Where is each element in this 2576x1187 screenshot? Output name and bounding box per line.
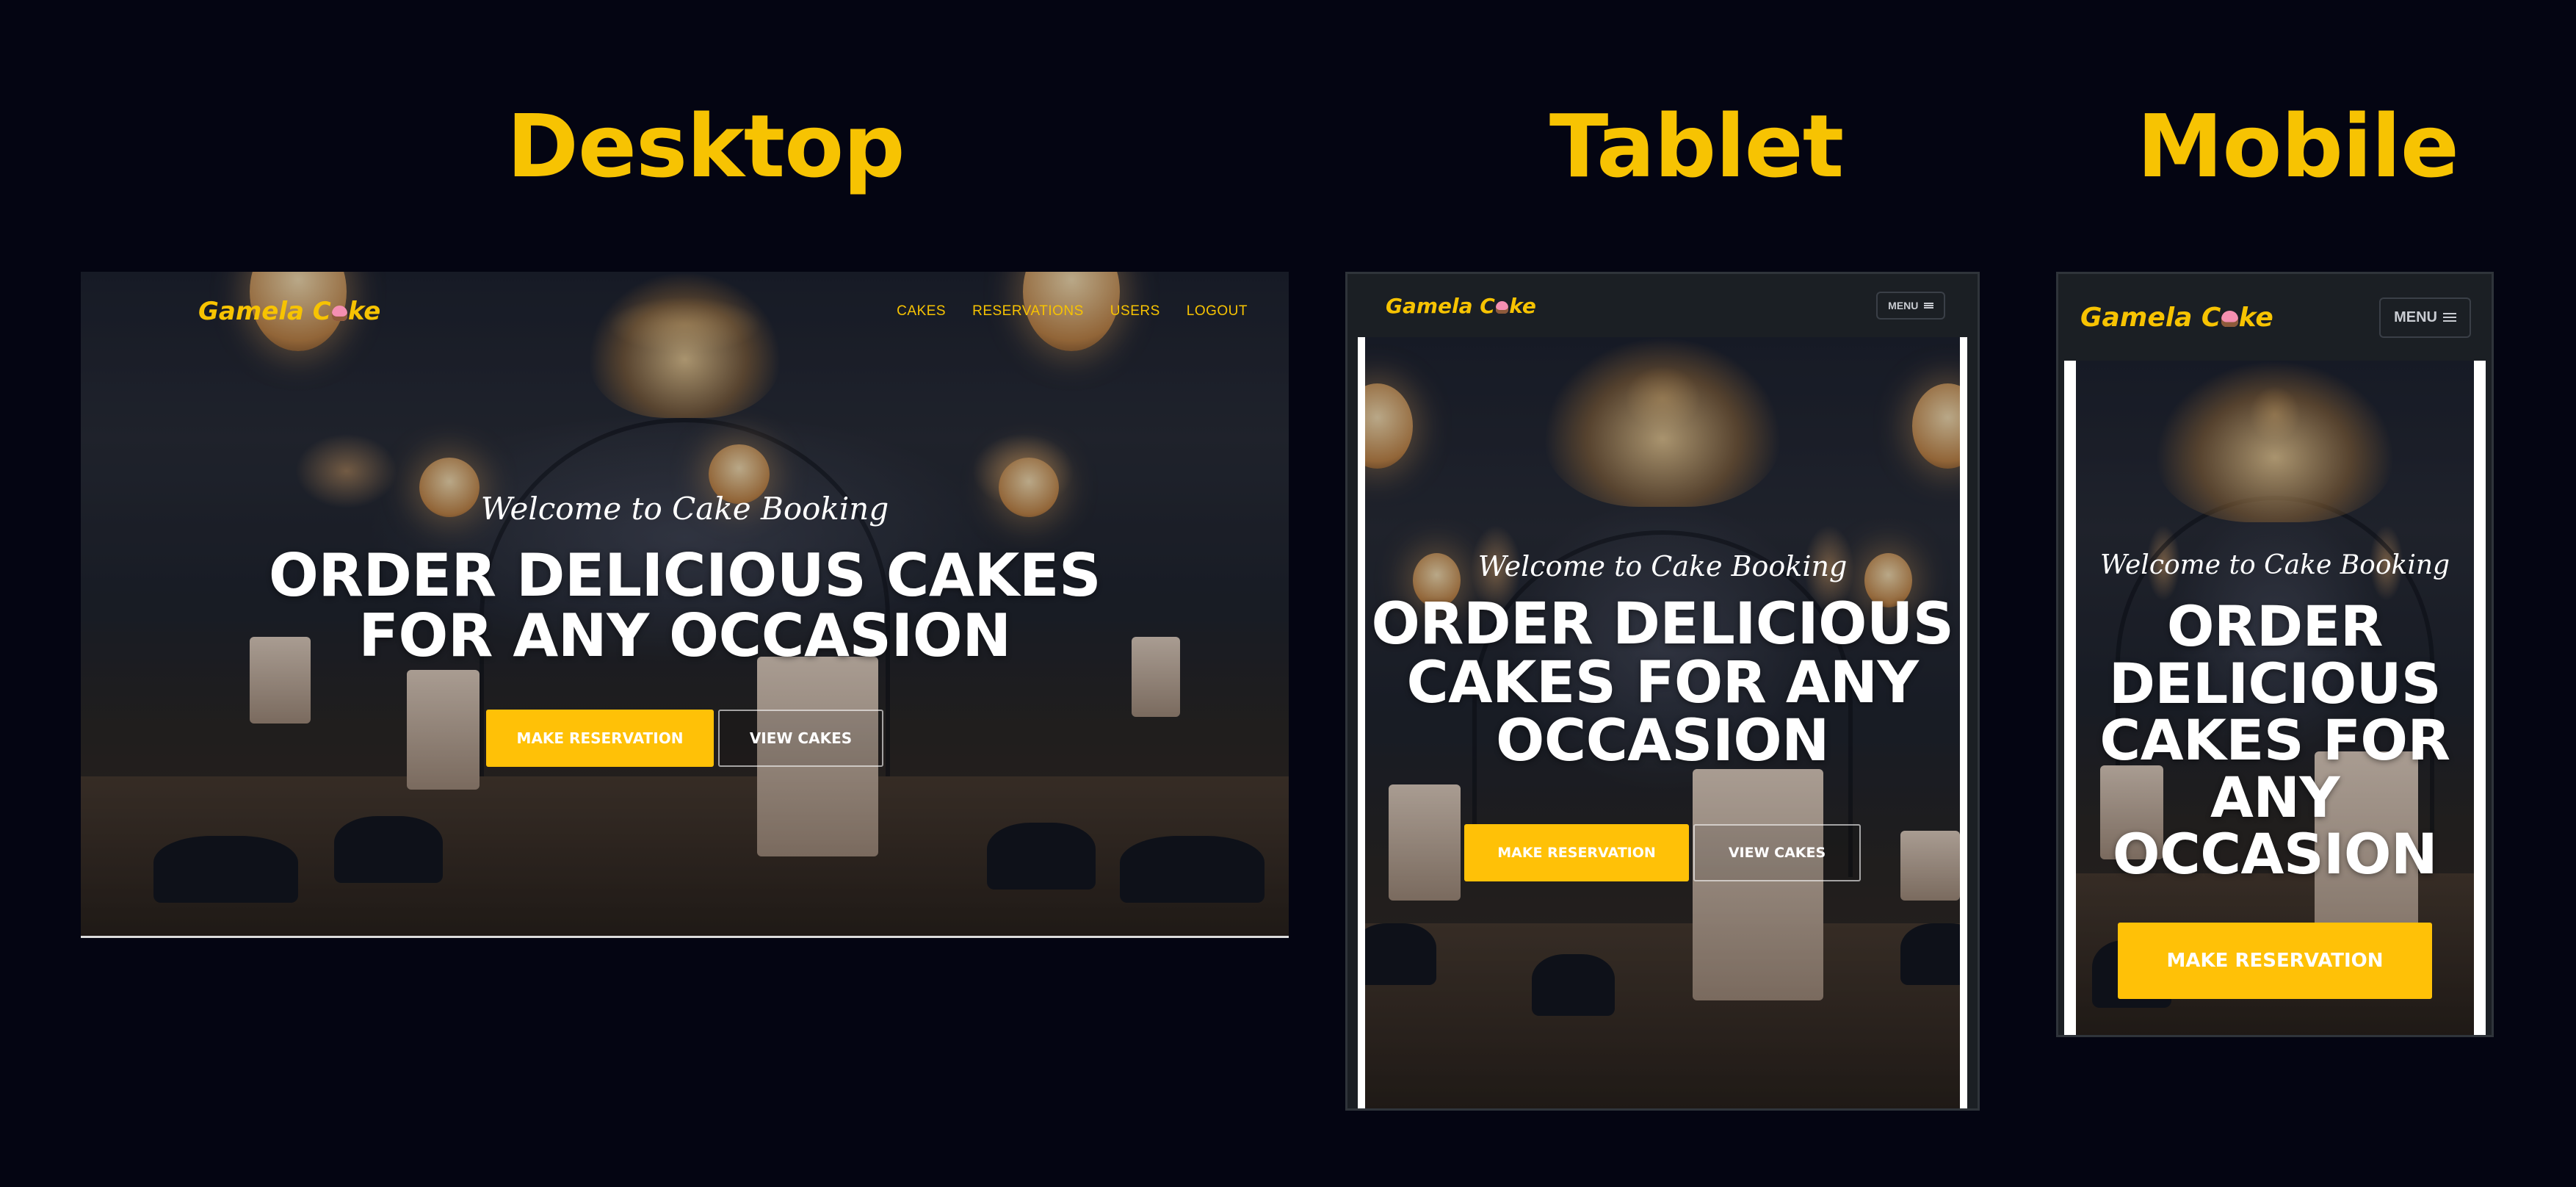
mobile-hero-frame: Welcome to Cake Booking ORDER DELICIOUS … xyxy=(2064,361,2486,1035)
mobile-navbar: Gamela C ke MENU xyxy=(2058,274,2492,361)
brand-logo[interactable]: Gamela C ke xyxy=(198,297,380,326)
cupcake-icon xyxy=(2221,310,2238,328)
cupcake-icon xyxy=(1495,300,1509,314)
mobile-label: Mobile xyxy=(2137,95,2459,197)
desktop-navbar: Gamela C ke CAKES RESERVATIONS USERS LOGO… xyxy=(198,292,1248,331)
cupcake-icon xyxy=(331,305,347,321)
nav-links: CAKES RESERVATIONS USERS LOGOUT xyxy=(897,303,1248,320)
hamburger-icon xyxy=(1924,302,1933,309)
brand-logo-text-end: ke xyxy=(1509,293,1536,318)
tablet-hero-frame: Welcome to Cake Booking ORDER DELICIOUS … xyxy=(1358,337,1967,1108)
menu-toggle-button[interactable]: MENU xyxy=(2379,297,2471,338)
nav-link-cakes[interactable]: CAKES xyxy=(897,303,946,320)
desktop-preview: Gamela C ke CAKES RESERVATIONS USERS LOGO… xyxy=(81,272,1289,938)
menu-label: MENU xyxy=(1888,300,1919,311)
tablet-label: Tablet xyxy=(1549,95,1844,197)
tablet-navbar: Gamela C ke MENU xyxy=(1347,274,1978,337)
hero-section: Welcome to Cake Booking ORDER DELICIOUS … xyxy=(2076,550,2474,999)
hero-section: Welcome to Cake Booking ORDER DELICIOUS … xyxy=(81,491,1289,768)
nav-link-logout[interactable]: LOGOUT xyxy=(1187,303,1248,320)
nav-link-users[interactable]: USERS xyxy=(1110,303,1160,320)
brand-logo-text: Gamela C xyxy=(198,297,331,326)
hero-section: Welcome to Cake Booking ORDER DELICIOUS … xyxy=(1365,550,1960,881)
view-cakes-button[interactable]: VIEW CAKES xyxy=(1693,823,1861,881)
make-reservation-button[interactable]: MAKE RESERVATION xyxy=(1464,823,1689,881)
brand-logo[interactable]: Gamela C ke xyxy=(1386,294,1536,318)
menu-toggle-button[interactable]: MENU xyxy=(1876,292,1945,320)
mobile-preview: Gamela C ke MENU Welcome to Cake Booking … xyxy=(2056,272,2494,1037)
desktop-label: Desktop xyxy=(507,95,905,197)
make-reservation-button[interactable]: MAKE RESERVATION xyxy=(2118,922,2432,999)
make-reservation-button[interactable]: MAKE RESERVATION xyxy=(486,710,714,768)
menu-label: MENU xyxy=(2394,309,2437,325)
hero-welcome: Welcome to Cake Booking xyxy=(1477,550,1848,582)
hero-headline: ORDER DELICIOUS CAKES FOR ANY OCCASION xyxy=(1371,591,1954,775)
brand-logo-text: Gamela C xyxy=(1386,293,1495,318)
hero-headline: ORDER DELICIOUS CAKES FOR ANY OCCASION xyxy=(2099,594,2450,887)
hero-headline: ORDER DELICIOUS CAKES FOR ANY OCCASION xyxy=(268,541,1101,670)
hero-welcome: Welcome to Cake Booking xyxy=(480,491,889,527)
brand-logo-text-end: ke xyxy=(347,297,381,326)
nav-link-reservations[interactable]: RESERVATIONS xyxy=(972,303,1084,320)
hamburger-icon xyxy=(2443,312,2456,322)
hero-welcome: Welcome to Cake Booking xyxy=(2099,550,2450,580)
tablet-preview: Gamela C ke MENU Welcome to Cake Booking … xyxy=(1345,272,1980,1111)
brand-logo[interactable]: Gamela C ke xyxy=(2080,303,2273,333)
brand-logo-text: Gamela C xyxy=(2080,302,2221,333)
brand-logo-text-end: ke xyxy=(2238,302,2273,333)
view-cakes-button[interactable]: VIEW CAKES xyxy=(718,710,883,768)
